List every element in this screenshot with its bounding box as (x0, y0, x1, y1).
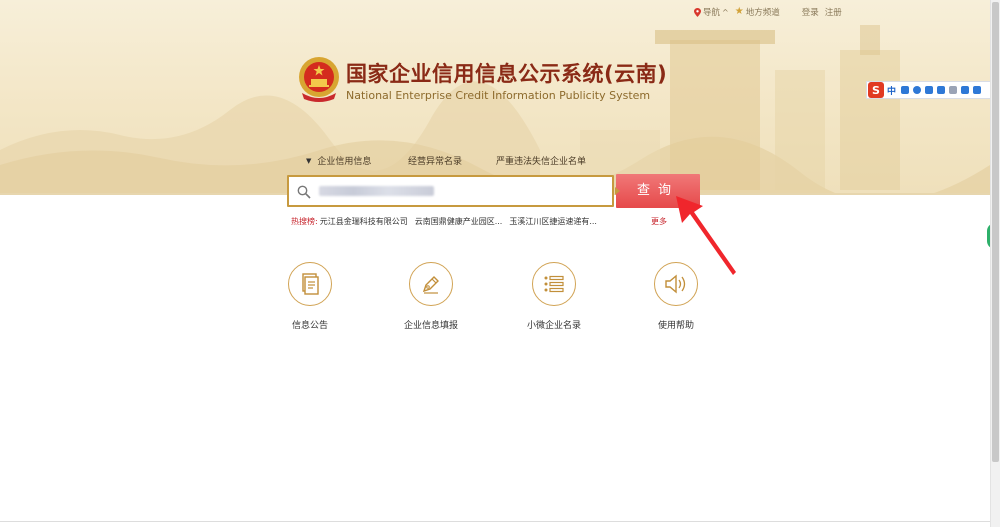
vertical-scrollbar[interactable] (990, 0, 1000, 527)
hot-search-item[interactable]: 玉溪江川区捷运速递有... (509, 216, 597, 227)
nav-link[interactable]: 导航 ^ (694, 6, 729, 18)
star-icon: ★ (734, 6, 744, 17)
local-channel-link[interactable]: ★ 地方频道 (734, 6, 780, 19)
location-pin-icon (694, 7, 701, 17)
emoji-icon[interactable] (913, 86, 922, 94)
tab-label: 企业信用信息 (317, 157, 372, 167)
search-button[interactable]: 查询 (615, 174, 700, 208)
quick-link-label: 使用帮助 (657, 321, 694, 331)
hot-search-item[interactable]: 元江县金瑞科技有限公司 (320, 216, 408, 227)
quick-link-enterprise-report[interactable]: 企业信息填报 (391, 262, 471, 331)
quick-link-circle (654, 262, 698, 306)
quick-link-label: 小微企业名录 (526, 321, 581, 331)
search-notch (615, 187, 620, 195)
scrollbar-thumb[interactable] (992, 2, 999, 462)
document-icon (302, 273, 319, 295)
quick-link-circle (288, 262, 332, 306)
page-subtitle: National Enterprise Credit Information P… (346, 89, 651, 102)
microphone-icon[interactable] (925, 86, 934, 94)
triangle-down-icon: ▼ (306, 156, 312, 165)
ime-toolbar[interactable]: S 中 (866, 81, 1000, 99)
quick-link-circle (409, 262, 453, 306)
monument-background (580, 25, 900, 190)
national-emblem-icon (299, 57, 339, 102)
hot-search-more-link[interactable]: 更多 (651, 216, 667, 227)
quick-link-small-business-list[interactable]: 小微企业名录 (514, 262, 594, 331)
toolbox-icon[interactable] (973, 86, 982, 94)
search-box (287, 175, 614, 207)
tab-label: 经营异常名录 (408, 157, 463, 167)
hot-search-label: 热搜榜: (291, 217, 318, 226)
search-icon (297, 185, 311, 199)
login-link[interactable]: 登录 (802, 6, 819, 18)
ime-mode-toggle[interactable]: 中 (887, 84, 896, 97)
hot-search: 热搜榜: 元江县金瑞科技有限公司 云南国鼎健康产业园区... 玉溪江川区捷运速递… (291, 216, 667, 227)
user-icon[interactable] (949, 86, 958, 94)
quick-link-label: 信息公告 (291, 321, 328, 331)
hot-search-item[interactable]: 云南国鼎健康产业园区... (415, 216, 503, 227)
skin-icon[interactable] (961, 86, 970, 94)
quick-link-circle (532, 262, 576, 306)
caret-up-icon: ^ (722, 7, 729, 17)
search-button-label: 查询 (636, 183, 679, 198)
quick-link-label: 企业信息填报 (403, 321, 458, 331)
punctuation-icon[interactable] (901, 86, 910, 94)
quick-link-help[interactable]: 使用帮助 (636, 262, 716, 331)
top-links: 导航 ^ ★ 地方频道 登录 注册 (694, 6, 848, 18)
tab-enterprise-credit[interactable]: ▼ 企业信用信息 (306, 154, 408, 168)
keyboard-icon[interactable] (937, 86, 946, 94)
quick-link-announcements[interactable]: 信息公告 (270, 262, 350, 331)
page-title: 国家企业信用信息公示系统(云南) (346, 62, 668, 86)
pen-icon (422, 276, 439, 294)
tab-label: 严重违法失信企业名单 (496, 157, 587, 167)
nav-label: 导航 (703, 8, 721, 18)
tab-abnormal-list[interactable]: 经营异常名录 (408, 154, 496, 167)
list-icon (544, 275, 564, 293)
search-tabs: ▼ 企业信用信息 经营异常名录 严重违法失信企业名单 (306, 154, 616, 168)
sogou-logo-icon: S (868, 82, 884, 98)
register-link[interactable]: 注册 (825, 6, 842, 18)
bottom-divider (0, 521, 990, 522)
local-channel-label: 地方频道 (745, 8, 780, 18)
search-input[interactable] (319, 181, 613, 203)
tab-serious-violation-list[interactable]: 严重违法失信企业名单 (496, 154, 616, 167)
speaker-icon (665, 274, 686, 294)
ime-tool-icons (901, 86, 982, 94)
